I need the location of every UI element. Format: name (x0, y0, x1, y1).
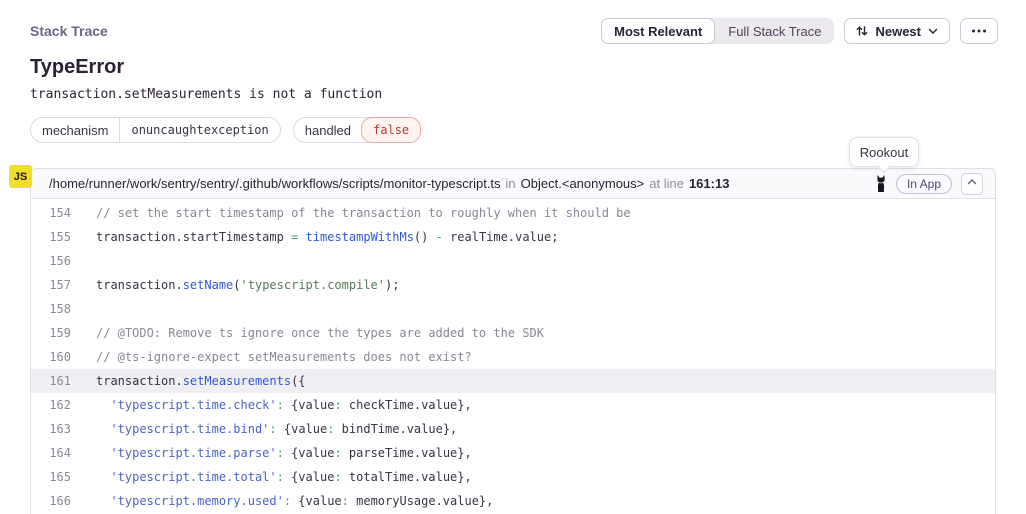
tag-value: false (361, 117, 421, 143)
code-line-158: 158 (31, 297, 995, 321)
tag-pill-handled[interactable]: handledfalse (293, 117, 421, 143)
line-number: 159 (31, 321, 71, 345)
code-line-163: 163 'typescript.time.bind': {value: bind… (31, 417, 995, 441)
code-line-160: 160 // @ts-ignore-expect setMeasurements … (31, 345, 995, 369)
line-number: 161 (31, 369, 71, 393)
sort-arrows-icon (855, 24, 869, 38)
rookout-icon[interactable] (875, 175, 887, 192)
line-code: // @TODO: Remove ts ignore once the type… (96, 321, 544, 345)
line-number: 162 (31, 393, 71, 417)
section-title: Stack Trace (30, 23, 108, 39)
code-line-154: 154 // set the start timestamp of the tra… (31, 201, 995, 225)
line-code: // @ts-ignore-expect setMeasurements doe… (96, 345, 472, 369)
line-code: 'typescript.time.total': {value: totalTi… (96, 465, 472, 489)
line-code: transaction.setMeasurements({ (96, 369, 306, 393)
line-number: 156 (31, 249, 71, 273)
line-code: // set the start timestamp of the transa… (96, 201, 631, 225)
line-number: 155 (31, 225, 71, 249)
frame-file-path: /home/runner/work/sentry/sentry/.github/… (49, 176, 501, 191)
code-line-156: 156 (31, 249, 995, 273)
tag-pill-mechanism[interactable]: mechanismonuncaughtexception (30, 117, 281, 143)
sort-button-label: Newest (875, 24, 921, 39)
stack-trace-toolbar: Stack Trace Most RelevantFull Stack Trac… (30, 18, 998, 44)
line-number: 166 (31, 489, 71, 513)
rookout-tooltip: Rookout (849, 137, 919, 167)
code-line-157: 157 transaction.setName('typescript.compi… (31, 273, 995, 297)
line-code: 'typescript.memory.used': {value: memory… (96, 489, 493, 513)
chevron-down-icon (927, 25, 939, 37)
code-line-165: 165 'typescript.time.total': {value: tot… (31, 465, 995, 489)
toolbar-controls: Most RelevantFull Stack Trace Newest (601, 18, 998, 44)
frame-header[interactable]: /home/runner/work/sentry/sentry/.github/… (31, 169, 995, 199)
tag-key: mechanism (31, 118, 119, 142)
error-message: transaction.setMeasurements is not a fun… (30, 87, 382, 102)
line-code: transaction.startTimestamp = timestampWi… (96, 225, 558, 249)
code-line-155: 155 transaction.startTimestamp = timestam… (31, 225, 995, 249)
frame-at-line-label: at line (649, 176, 684, 191)
line-code: 'typescript.time.check': {value: checkTi… (96, 393, 472, 417)
line-number: 158 (31, 297, 71, 321)
javascript-platform-icon: JS (9, 165, 32, 188)
tag-key: handled (294, 118, 362, 142)
tag-value: onuncaughtexception (119, 118, 279, 142)
code-line-164: 164 'typescript.time.parse': {value: par… (31, 441, 995, 465)
rookout-tooltip-label: Rookout (860, 145, 908, 160)
line-number: 157 (31, 273, 71, 297)
segment-full-stack-trace[interactable]: Full Stack Trace (715, 18, 834, 44)
chevron-up-icon (966, 176, 978, 191)
frame-function-name: Object.<anonymous> (521, 176, 645, 191)
stack-view-segmented-control: Most RelevantFull Stack Trace (601, 18, 834, 44)
in-app-badge: In App (896, 174, 952, 194)
error-type-title: TypeError (30, 56, 124, 79)
frame-line-column: 161:13 (689, 176, 729, 191)
frame-header-actions: In App (875, 173, 983, 195)
line-number: 160 (31, 345, 71, 369)
code-line-159: 159 // @TODO: Remove ts ignore once the t… (31, 321, 995, 345)
line-number: 165 (31, 465, 71, 489)
line-number: 154 (31, 201, 71, 225)
code-line-166: 166 'typescript.memory.used': {value: me… (31, 489, 995, 513)
code-line-161: 161 transaction.setMeasurements({ (31, 369, 995, 393)
tag-list: mechanismonuncaughtexception handledfalse (30, 117, 421, 143)
code-context: 154 // set the start timestamp of the tra… (31, 199, 995, 513)
frame-in-label: in (506, 176, 516, 191)
more-options-button[interactable] (960, 18, 998, 44)
code-line-162: 162 'typescript.time.check': {value: che… (31, 393, 995, 417)
segment-most-relevant[interactable]: Most Relevant (601, 18, 715, 44)
ellipsis-icon (971, 29, 987, 33)
sort-button[interactable]: Newest (844, 18, 950, 44)
stack-frame: JS /home/runner/work/sentry/sentry/.gith… (30, 168, 996, 514)
line-number: 163 (31, 417, 71, 441)
line-code: 'typescript.time.bind': {value: bindTime… (96, 417, 457, 441)
line-code: 'typescript.time.parse': {value: parseTi… (96, 441, 472, 465)
collapse-frame-button[interactable] (961, 173, 983, 195)
line-code: transaction.setName('typescript.compile'… (96, 273, 399, 297)
line-number: 164 (31, 441, 71, 465)
